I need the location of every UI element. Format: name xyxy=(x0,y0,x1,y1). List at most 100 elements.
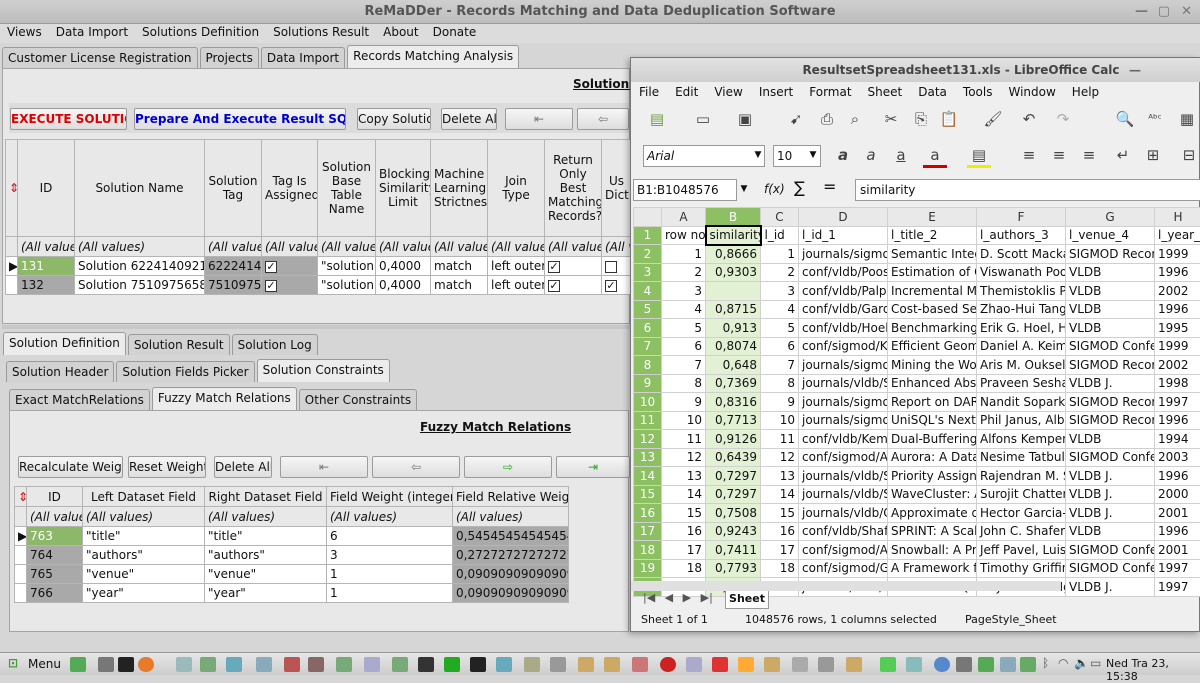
task-app18-icon[interactable] xyxy=(906,657,922,672)
table-row[interactable]: 764 "authors" "authors" 3 0,272727272727… xyxy=(15,546,569,565)
filter-dict[interactable]: (All values) xyxy=(602,237,632,257)
merge-cells-icon[interactable]: ⊞ xyxy=(1141,144,1165,168)
tab-exact-match[interactable]: Exact MatchRelations xyxy=(9,389,150,410)
tab-solution-log[interactable]: Solution Log xyxy=(232,334,318,355)
execute-solution-button[interactable]: EXECUTE SOLUTION xyxy=(10,108,127,130)
tab-solution-result[interactable]: Solution Result xyxy=(128,334,230,355)
col-blocking-limit[interactable]: Blocking Similarity Limit xyxy=(376,140,431,237)
tab-solution-header[interactable]: Solution Header xyxy=(6,361,114,382)
task-app10-icon[interactable] xyxy=(632,657,648,672)
tab-projects[interactable]: Projects xyxy=(200,47,259,68)
table-row[interactable]: ▶ 763 "title" "title" 6 0,54545454545454… xyxy=(15,527,569,546)
col-header-e[interactable]: E xyxy=(888,208,977,227)
font-name-dropdown-icon[interactable]: ▼ xyxy=(750,145,766,167)
volume-icon[interactable]: 🔈 xyxy=(1074,656,1089,670)
row-header[interactable]: 14 xyxy=(634,467,662,486)
bluetooth-icon[interactable]: ᛒ xyxy=(1042,656,1049,670)
cell-e[interactable]: Mining the World xyxy=(888,356,977,375)
row-header[interactable]: 7 xyxy=(634,337,662,356)
cell-tag[interactable]: 751097565 xyxy=(205,276,262,295)
cell-c[interactable]: 14 xyxy=(761,485,799,504)
cell-h[interactable]: 1998 xyxy=(1155,374,1200,393)
grid-icon[interactable]: ▦ xyxy=(1175,108,1199,132)
sheet-prev-icon[interactable]: ◀ xyxy=(665,591,673,604)
filter-tag[interactable]: (All values) xyxy=(205,237,262,257)
cell-b[interactable]: 0,8715 xyxy=(706,300,761,319)
cell-d[interactable]: journals/sigmod xyxy=(799,411,888,430)
redo-icon[interactable]: ↷ xyxy=(1051,108,1075,132)
calc-menu-format[interactable]: Format xyxy=(801,82,859,102)
filter-rel[interactable]: (All values) xyxy=(453,507,569,527)
cell-a[interactable]: 12 xyxy=(662,448,706,467)
fuzzy-last-button[interactable]: ⇥ xyxy=(556,456,630,478)
cell-a[interactable]: 2 xyxy=(662,263,706,282)
tab-solution-constraints[interactable]: Solution Constraints xyxy=(257,359,390,382)
task-app17-icon[interactable] xyxy=(818,657,834,672)
cell-id[interactable]: 766 xyxy=(27,584,83,603)
cell-d[interactable]: conf/sigmod/Ag xyxy=(799,541,888,560)
prev-record-button[interactable]: ⇦ xyxy=(577,108,629,130)
name-box-dropdown-icon[interactable]: ▼ xyxy=(737,179,751,201)
table-row[interactable]: 132 Solution 7510975658 ENC 751097565 ✓ … xyxy=(6,276,632,295)
cell-e[interactable]: Enhanced Abstr xyxy=(888,374,977,393)
tab-fields-picker[interactable]: Solution Fields Picker xyxy=(116,361,254,382)
cell-d[interactable]: conf/vldb/HoelS xyxy=(799,319,888,338)
calc-menu-file[interactable]: File xyxy=(631,82,667,102)
cell-g[interactable]: VLDB xyxy=(1066,430,1155,449)
cell-f[interactable]: Timothy Griffin, xyxy=(977,559,1066,578)
col-tag-assigned[interactable]: Tag Is Assigned? xyxy=(262,140,318,237)
checkbox[interactable]: ✓ xyxy=(265,280,277,292)
cell-c[interactable]: 9 xyxy=(761,393,799,412)
cell-weight[interactable]: 1 xyxy=(327,565,453,584)
col-solution-tag[interactable]: Solution Tag xyxy=(205,140,262,237)
cell-c[interactable]: 11 xyxy=(761,430,799,449)
cell-join[interactable]: left outer j xyxy=(488,257,545,276)
cell-h[interactable]: 2001 xyxy=(1155,541,1200,560)
cell-c[interactable]: 5 xyxy=(761,319,799,338)
cell-d[interactable]: conf/vldb/Shafe xyxy=(799,522,888,541)
cell-assigned[interactable]: ✓ xyxy=(262,276,318,295)
formula-icon[interactable]: = xyxy=(823,177,836,196)
cell-a[interactable]: 16 xyxy=(662,522,706,541)
cell-g[interactable]: VLDB J. xyxy=(1066,467,1155,486)
cell-weight[interactable]: 3 xyxy=(327,546,453,565)
cell-f[interactable]: l_authors_3 xyxy=(977,226,1066,245)
font-color-icon[interactable]: a xyxy=(923,144,947,168)
cell-a[interactable]: 17 xyxy=(662,541,706,560)
cell-b[interactable]: 0,7297 xyxy=(706,485,761,504)
cell-e[interactable]: Dual-Buffering S xyxy=(888,430,977,449)
cell-c[interactable]: 1 xyxy=(761,245,799,264)
cell-c[interactable]: 4 xyxy=(761,300,799,319)
filter-id[interactable]: (All values) xyxy=(27,507,83,527)
cell-e[interactable]: Snowball: A Pro xyxy=(888,541,977,560)
cell-right[interactable]: "venue" xyxy=(205,565,327,584)
row-header[interactable]: 16 xyxy=(634,504,662,523)
checkbox[interactable]: ✓ xyxy=(548,280,560,292)
align-right-icon[interactable]: ≡ xyxy=(1077,144,1101,168)
task-web-icon[interactable] xyxy=(226,657,242,672)
cell-a[interactable]: 13 xyxy=(662,467,706,486)
cell-a[interactable]: 18 xyxy=(662,559,706,578)
cell-a[interactable]: 15 xyxy=(662,504,706,523)
row-header[interactable]: 4 xyxy=(634,282,662,301)
cell-e[interactable]: Priority Assignm xyxy=(888,467,977,486)
cell-h[interactable]: 2001 xyxy=(1155,504,1200,523)
cell-h[interactable]: 2003 xyxy=(1155,448,1200,467)
underline-icon[interactable]: a xyxy=(889,144,913,168)
task-search3-icon[interactable] xyxy=(846,657,862,672)
menu-views[interactable]: Views xyxy=(0,24,49,43)
cell-c[interactable]: 17 xyxy=(761,541,799,560)
copy-icon[interactable]: ⎘ xyxy=(909,108,933,132)
cell-b[interactable]: 0,9126 xyxy=(706,430,761,449)
calc-menu-edit[interactable]: Edit xyxy=(667,82,706,102)
find-icon[interactable]: 🔍 xyxy=(1113,108,1137,132)
tray-network-icon[interactable] xyxy=(1000,657,1016,672)
cell-a[interactable]: 5 xyxy=(662,319,706,338)
menu-solutions-result[interactable]: Solutions Result xyxy=(266,24,376,43)
terminal-icon[interactable] xyxy=(118,657,134,672)
cell-g[interactable]: SIGMOD Confe xyxy=(1066,448,1155,467)
cell-f[interactable]: Surojit Chatterj xyxy=(977,485,1066,504)
cell-left[interactable]: "venue" xyxy=(83,565,205,584)
row-header[interactable]: 1 xyxy=(634,226,662,245)
tab-fuzzy-match[interactable]: Fuzzy Match Relations xyxy=(152,387,297,410)
